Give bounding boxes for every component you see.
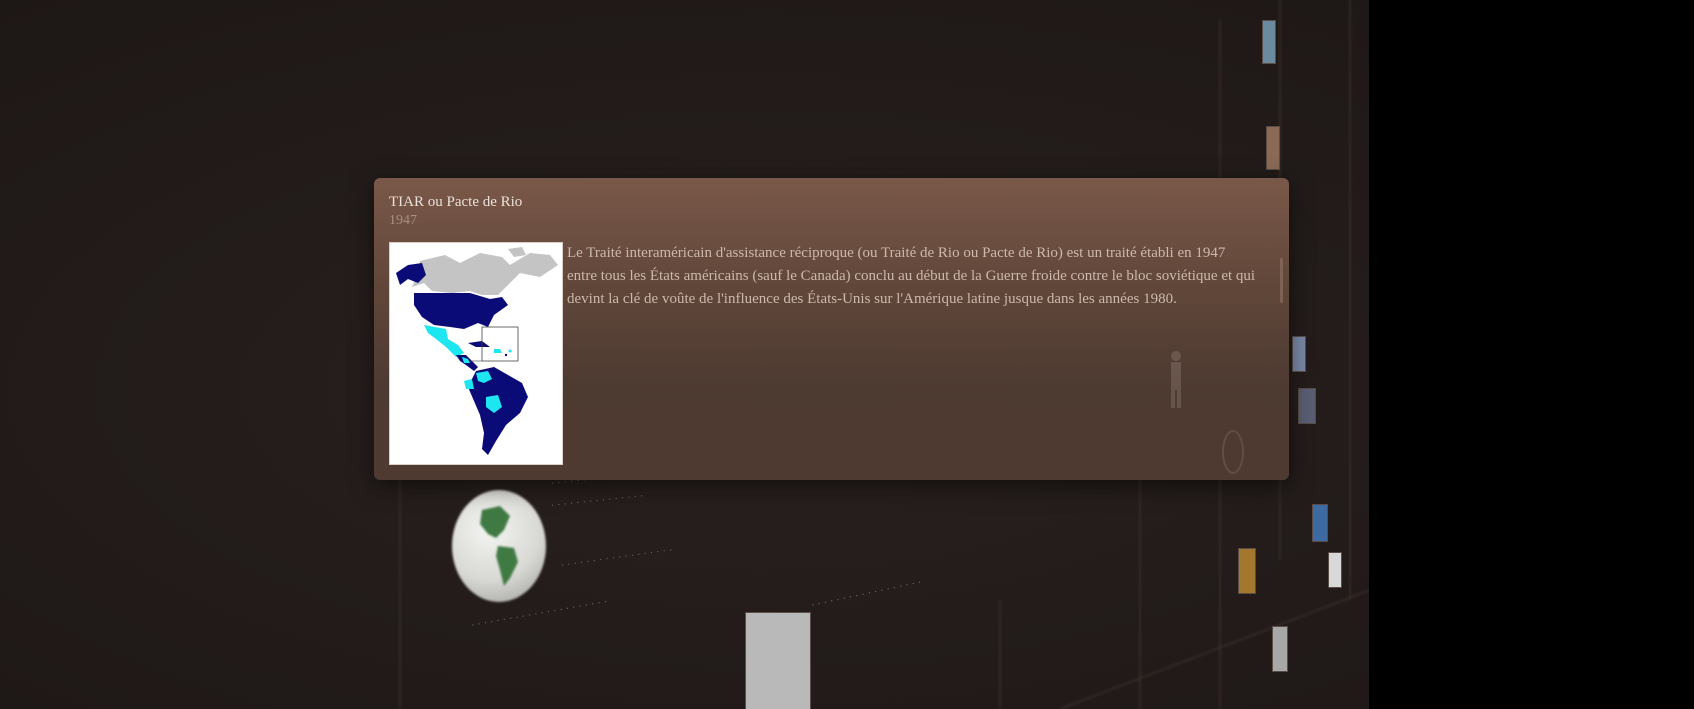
event-title: TIAR ou Pacte de Rio xyxy=(389,194,523,210)
event-date: 1947 xyxy=(389,213,417,228)
popup-scrollbar[interactable] xyxy=(1280,258,1283,303)
event-popup-card[interactable]: TIAR ou Pacte de Rio 1947 Le Traité inte… xyxy=(374,178,1289,480)
background-thumbnail xyxy=(1262,20,1276,64)
background-thumbnail xyxy=(1312,504,1328,542)
americas-map-icon[interactable] xyxy=(389,242,563,465)
event-description: Le Traité interaméricain d'assistance ré… xyxy=(567,245,1256,307)
background-thumbnail xyxy=(1266,126,1280,170)
figure-silhouette-icon xyxy=(1171,351,1181,408)
background-thumbnail xyxy=(1292,336,1306,372)
background-thumbnail xyxy=(1298,388,1316,424)
background-thumbnail xyxy=(1238,548,1256,594)
globe-image xyxy=(452,490,546,602)
seal-icon xyxy=(1222,430,1244,474)
viewport-edge xyxy=(1369,0,1694,709)
background-thumbnail xyxy=(1328,552,1342,588)
background-thumbnail xyxy=(745,612,811,709)
timeline-viewport: · · · · · · · · · · · · · · · · · · · · … xyxy=(0,0,1694,709)
background-thumbnail xyxy=(1272,626,1288,672)
